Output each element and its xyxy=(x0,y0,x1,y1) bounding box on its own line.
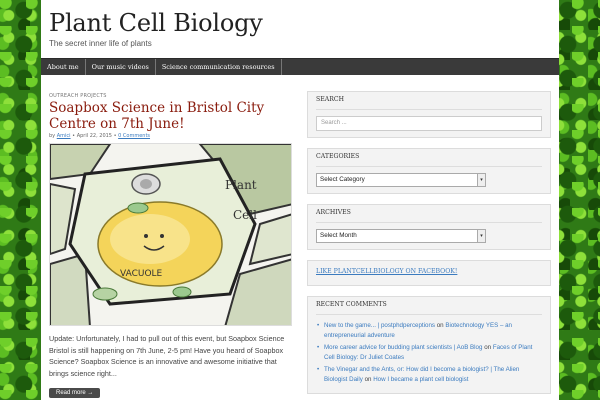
post-excerpt: Update: Unfortunately, I had to pull out… xyxy=(49,334,285,378)
recent-comments-widget: RECENT COMMENTS New to the game... | pos… xyxy=(307,296,551,394)
category-select[interactable]: Select Category ▾ xyxy=(316,173,486,187)
site-title[interactable]: Plant Cell Biology xyxy=(49,8,551,38)
archive-select[interactable]: Select Month ▾ xyxy=(316,229,486,243)
sidebar: SEARCH Search ... CATEGORIES Select Cate… xyxy=(307,91,551,400)
nav-item-music-videos[interactable]: Our music videos xyxy=(86,59,156,75)
comment-author-link[interactable]: New to the game... | postphdperceptions xyxy=(324,322,435,329)
main-nav: About me Our music videos Science commun… xyxy=(41,58,559,75)
comment-post-link[interactable]: How I became a plant cell biologist xyxy=(373,376,468,383)
categories-widget-title: CATEGORIES xyxy=(316,152,542,167)
image-plant-text: Plant xyxy=(225,178,257,192)
nav-item-science-communication[interactable]: Science communication resources xyxy=(156,59,282,75)
post-date: April 22, 2015 xyxy=(76,133,112,139)
plant-cell-drawing: Plant Cell VACUOLE xyxy=(50,144,291,325)
recent-comments-list: New to the game... | postphdperceptions … xyxy=(316,321,542,385)
comment-on: on xyxy=(364,376,372,383)
image-cell-text: Cell xyxy=(233,208,257,222)
facebook-like-link[interactable]: LIKE PLANTCELLBIOLOGY ON FACEBOOK! xyxy=(316,264,542,279)
comment-on: on xyxy=(436,322,444,329)
site-header: Plant Cell Biology The secret inner life… xyxy=(41,0,559,58)
site-description: The secret inner life of plants xyxy=(49,39,152,48)
list-item: The Vinegar and the Ants, or: How did I … xyxy=(316,365,542,385)
post-meta: by Amici • April 22, 2015 • 0 Comments xyxy=(49,133,151,139)
meta-by: by xyxy=(49,133,56,139)
read-more-button[interactable]: Read more → xyxy=(49,388,101,398)
nav-item-about-me[interactable]: About me xyxy=(41,59,86,75)
archive-select-value: Select Month xyxy=(320,232,357,239)
search-input[interactable]: Search ... xyxy=(316,116,542,131)
list-item: More career advice for budding plant sci… xyxy=(316,343,542,363)
post-comments-link[interactable]: 0 Comments xyxy=(118,133,150,139)
search-widget-title: SEARCH xyxy=(316,95,542,110)
post-title[interactable]: Soapbox Science in Bristol City Centre o… xyxy=(49,100,292,132)
comment-author-link[interactable]: More career advice for budding plant sci… xyxy=(324,344,482,351)
featured-image[interactable]: Plant Cell VACUOLE xyxy=(49,143,292,326)
chevron-down-icon: ▾ xyxy=(477,174,485,186)
search-widget: SEARCH Search ... xyxy=(307,91,551,138)
archives-widget-title: ARCHIVES xyxy=(316,208,542,223)
post-category[interactable]: OUTREACH PROJECTS xyxy=(49,93,292,99)
chevron-down-icon: ▾ xyxy=(477,230,485,242)
archives-widget: ARCHIVES Select Month ▾ xyxy=(307,204,551,250)
category-select-value: Select Category xyxy=(320,176,365,183)
main-content: OUTREACH PROJECTS Soapbox Science in Bri… xyxy=(49,93,292,398)
page: Plant Cell Biology The secret inner life… xyxy=(41,0,559,400)
comment-on: on xyxy=(484,344,492,351)
categories-widget: CATEGORIES Select Category ▾ xyxy=(307,148,551,194)
facebook-widget: LIKE PLANTCELLBIOLOGY ON FACEBOOK! xyxy=(307,260,551,286)
recent-comments-title: RECENT COMMENTS xyxy=(316,300,542,315)
image-vacuole-text: VACUOLE xyxy=(120,269,163,279)
post-author-link[interactable]: Amici xyxy=(57,133,71,139)
list-item: New to the game... | postphdperceptions … xyxy=(316,321,542,341)
